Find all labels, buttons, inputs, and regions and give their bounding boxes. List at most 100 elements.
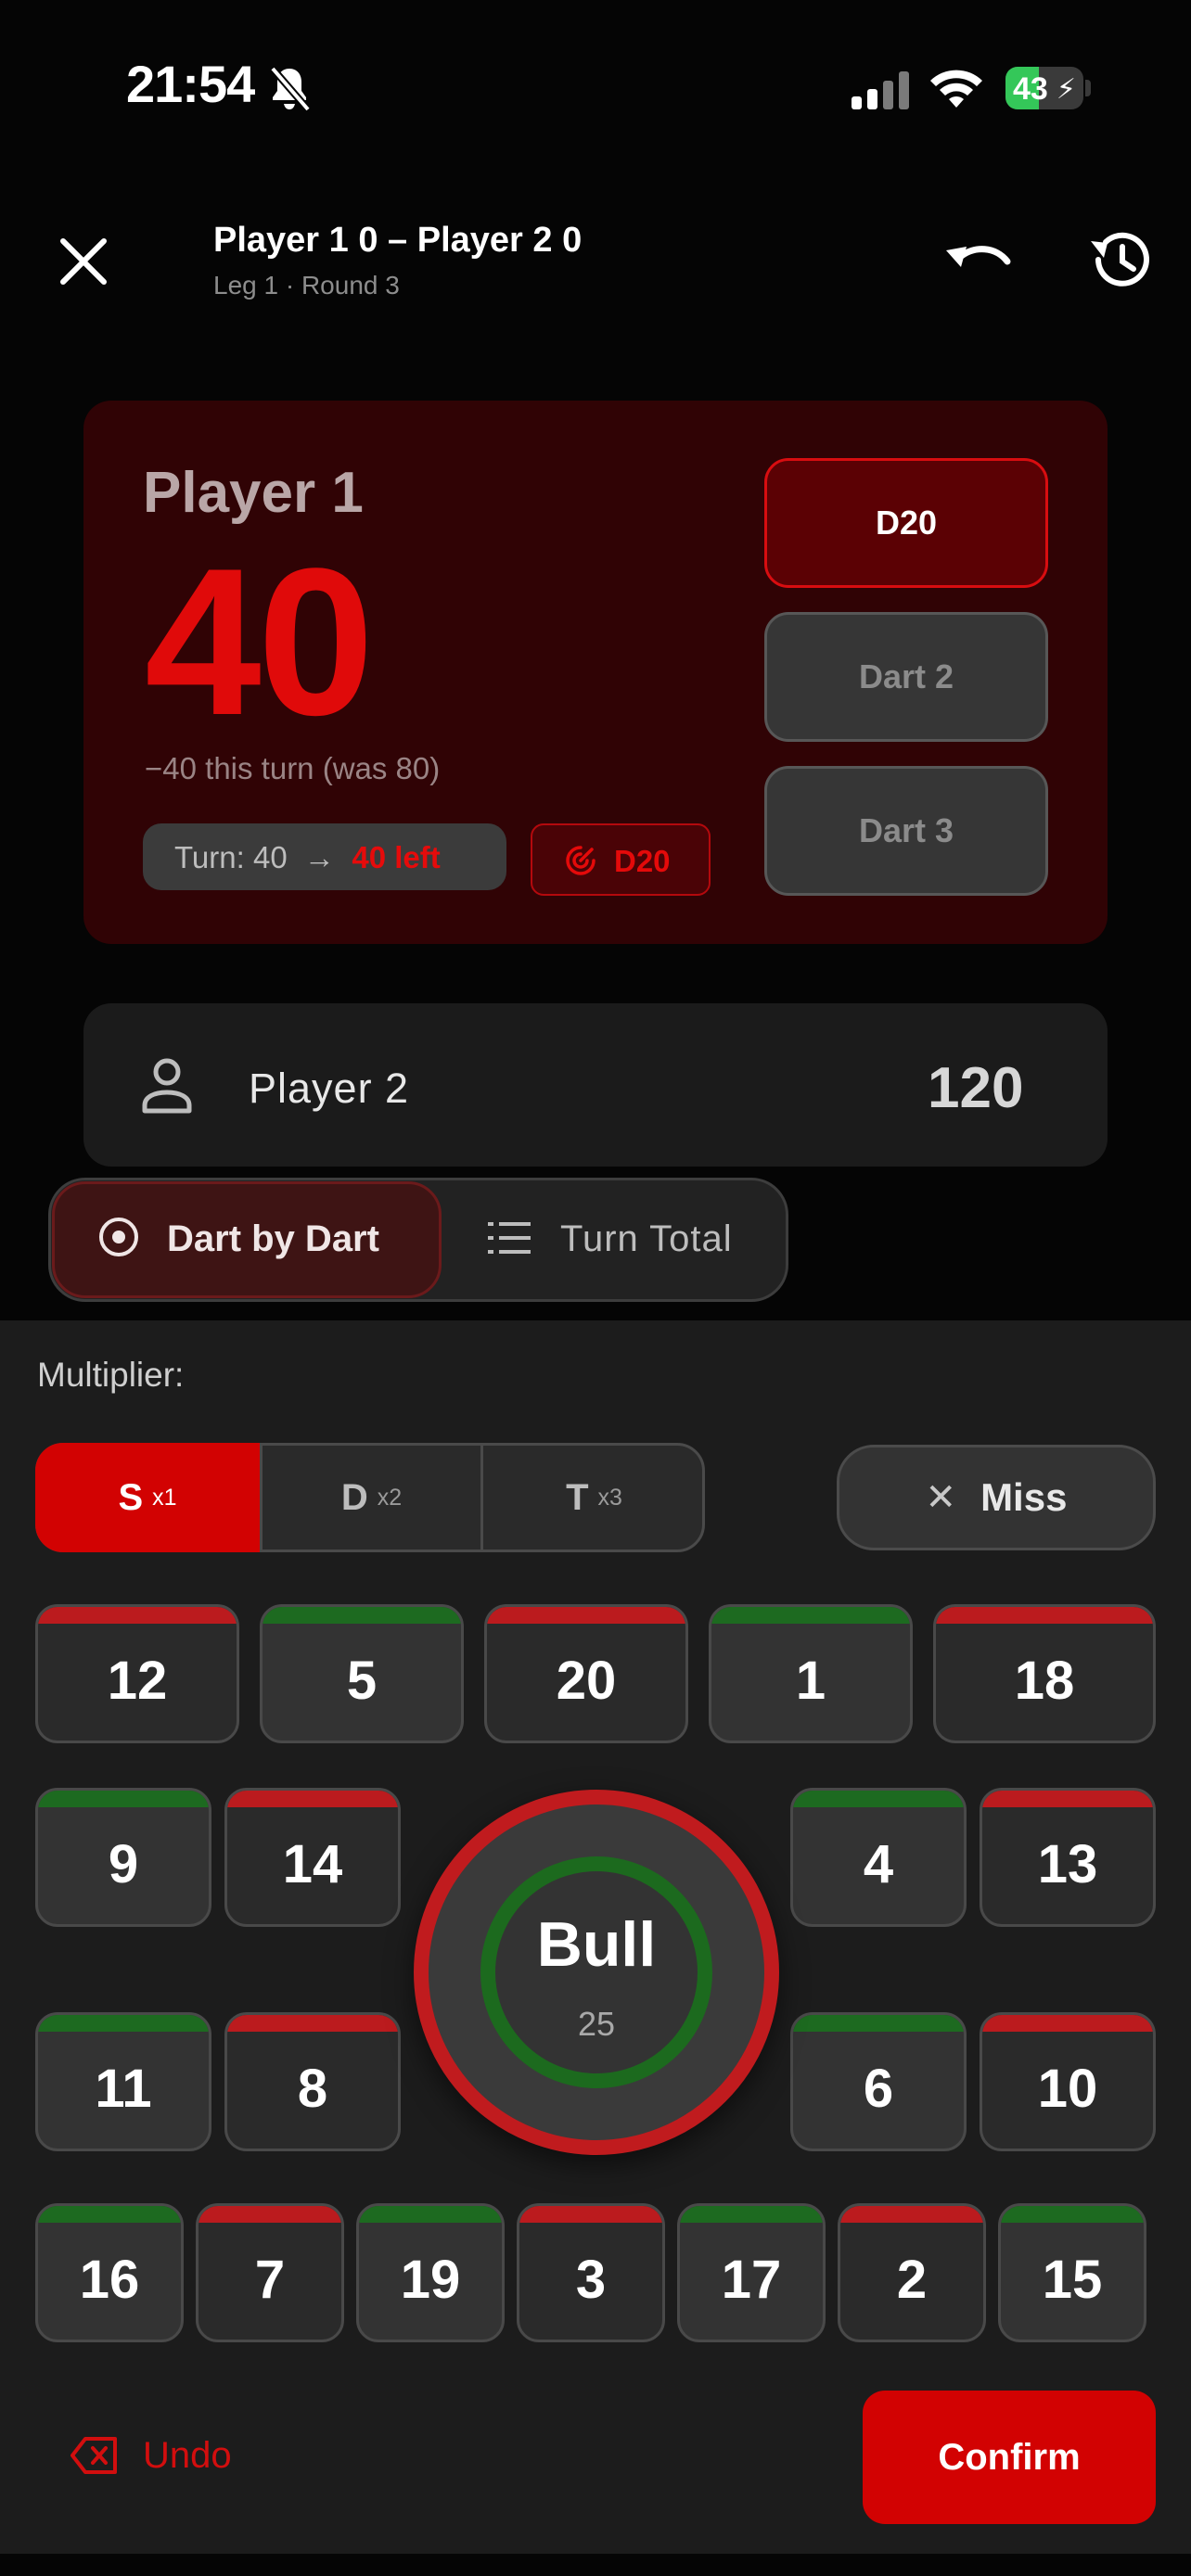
mode-dart-by-dart-label[interactable]: Dart by Dart [167, 1218, 379, 1260]
number-button-16[interactable]: 16 [35, 2203, 184, 2342]
multiplier-double-button[interactable]: Dx2 [260, 1443, 480, 1552]
multiplier-letter: T [566, 1476, 589, 1518]
multiplier-triple-button[interactable]: Tx3 [480, 1443, 705, 1552]
segment-color-bar [519, 2206, 662, 2223]
number-button-10[interactable]: 10 [980, 2012, 1156, 2151]
turn-summary-pill: Turn: 40 → 40 left [143, 823, 506, 890]
history-icon[interactable] [1083, 223, 1158, 297]
number-label: 4 [863, 1833, 894, 1894]
number-button-11[interactable]: 11 [35, 2012, 211, 2151]
number-label: 7 [254, 2249, 286, 2310]
close-icon[interactable] [48, 226, 119, 297]
confirm-button[interactable]: Confirm [863, 2391, 1156, 2524]
battery-charging-icon: 43 ⚡ [1005, 67, 1083, 109]
multiplier-label: Multiplier: [37, 1356, 185, 1394]
mode-turn-total-button[interactable]: Turn Total [560, 1218, 733, 1260]
number-label: 15 [1042, 2249, 1103, 2310]
segment-color-bar [793, 2015, 964, 2032]
multiplier-single-button[interactable]: Sx1 [35, 1443, 260, 1552]
number-button-12[interactable]: 12 [35, 1604, 239, 1743]
other-player-name: Player 2 [249, 1065, 410, 1112]
multiplier-letter: D [340, 1476, 368, 1518]
segment-color-bar [227, 2015, 398, 2032]
number-label: 3 [575, 2249, 607, 2310]
signal-icon [852, 71, 909, 109]
number-button-1[interactable]: 1 [709, 1604, 913, 1743]
number-button-2[interactable]: 2 [838, 2203, 986, 2342]
list-icon[interactable] [488, 1218, 531, 1257]
arrow-right-icon: → [304, 840, 336, 874]
segment-color-bar [982, 2015, 1153, 2032]
number-button-6[interactable]: 6 [790, 2012, 967, 2151]
number-label: 12 [107, 1650, 168, 1711]
segment-color-bar [38, 1791, 209, 1807]
number-button-19[interactable]: 19 [356, 2203, 505, 2342]
number-label: 8 [297, 2058, 328, 2119]
number-button-14[interactable]: 14 [224, 1788, 401, 1927]
battery-level: 43 [1013, 71, 1048, 107]
number-label: 11 [95, 2058, 152, 2119]
radio-selected-icon [99, 1218, 138, 1256]
last-dart-badge: D20 [531, 823, 711, 896]
bull-value: 25 [577, 2005, 616, 2043]
segment-color-bar [487, 1607, 685, 1624]
segment-color-bar [1001, 2206, 1144, 2223]
multiplier-factor: x1 [152, 1484, 177, 1511]
segment-color-bar [227, 1791, 398, 1807]
number-button-3[interactable]: 3 [517, 2203, 665, 2342]
bull-label[interactable]: Bull [414, 1908, 779, 1981]
number-button-17[interactable]: 17 [677, 2203, 826, 2342]
miss-button[interactable]: ✕ Miss [837, 1445, 1156, 1550]
person-icon [142, 1058, 192, 1114]
number-label: 17 [721, 2249, 782, 2310]
number-button-15[interactable]: 15 [998, 2203, 1146, 2342]
number-button-13[interactable]: 13 [980, 1788, 1156, 1927]
active-player-name: Player 1 [143, 461, 364, 525]
dart-slot-1[interactable]: D20 [764, 458, 1048, 588]
segment-color-bar [38, 1607, 237, 1624]
segment-color-bar [38, 2206, 181, 2223]
points-left: 40 left [352, 840, 441, 874]
dart-slot-2[interactable]: Dart 2 [764, 612, 1048, 742]
segment-color-bar [982, 1791, 1153, 1807]
miss-label: Miss [980, 1475, 1068, 1519]
active-player-score: 40 [145, 524, 374, 759]
number-label: 5 [346, 1650, 378, 1711]
number-button-4[interactable]: 4 [790, 1788, 967, 1927]
number-label: 20 [556, 1650, 617, 1711]
segment-color-bar [198, 2206, 341, 2223]
number-label: 19 [400, 2249, 461, 2310]
number-label: 13 [1037, 1833, 1098, 1894]
segment-color-bar [680, 2206, 823, 2223]
undo-button[interactable]: Undo [143, 2435, 232, 2477]
number-button-20[interactable]: 20 [484, 1604, 688, 1743]
number-label: 1 [795, 1650, 826, 1711]
number-button-18[interactable]: 18 [933, 1604, 1156, 1743]
segment-color-bar [840, 2206, 983, 2223]
backspace-icon[interactable] [70, 2435, 119, 2476]
multiplier-letter: S [118, 1476, 144, 1518]
segment-color-bar [936, 1607, 1153, 1624]
battery-nub [1085, 80, 1091, 96]
number-button-8[interactable]: 8 [224, 2012, 401, 2151]
number-label: 18 [1014, 1650, 1075, 1711]
number-label: 2 [896, 2249, 928, 2310]
dart-slot-3[interactable]: Dart 3 [764, 766, 1048, 896]
number-button-9[interactable]: 9 [35, 1788, 211, 1927]
undo-icon[interactable] [939, 226, 1017, 297]
segment-color-bar [38, 2015, 209, 2032]
segment-color-bar [359, 2206, 502, 2223]
number-button-5[interactable]: 5 [260, 1604, 464, 1743]
bell-slash-icon [269, 66, 312, 112]
number-label: 6 [863, 2058, 894, 2119]
close-icon: ✕ [925, 1477, 957, 1518]
number-label: 10 [1037, 2058, 1098, 2119]
turn-delta-text: −40 this turn (was 80) [145, 751, 441, 785]
wifi-icon [930, 70, 982, 108]
other-player-score: 120 [928, 1056, 1024, 1120]
status-time: 21:54 [126, 55, 255, 113]
segment-color-bar [793, 1791, 964, 1807]
turn-label: Turn: 40 [174, 840, 288, 874]
multiplier-factor: x3 [597, 1484, 622, 1511]
number-button-7[interactable]: 7 [196, 2203, 344, 2342]
